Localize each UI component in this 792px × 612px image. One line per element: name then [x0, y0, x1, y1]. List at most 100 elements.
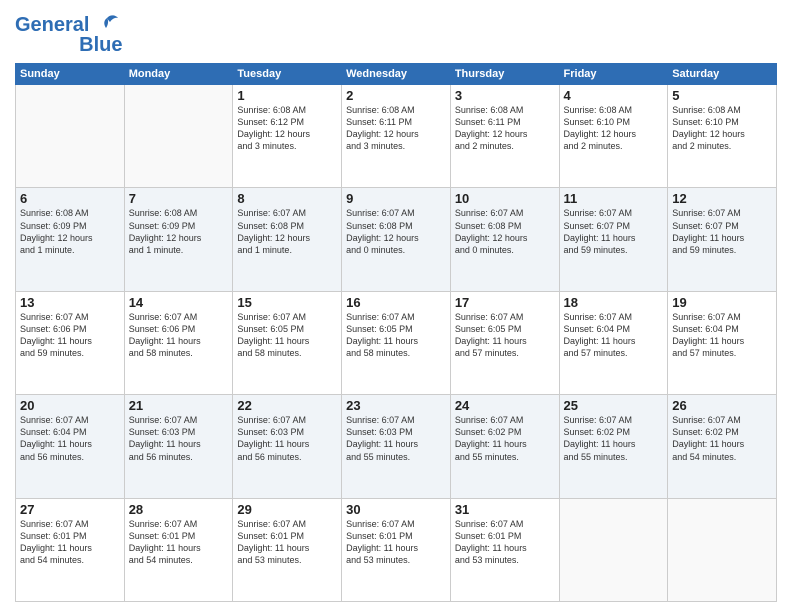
day-cell: 27Sunrise: 6:07 AM Sunset: 6:01 PM Dayli… — [16, 498, 125, 601]
day-number: 22 — [237, 398, 337, 413]
day-cell: 10Sunrise: 6:07 AM Sunset: 6:08 PM Dayli… — [450, 188, 559, 291]
day-cell: 3Sunrise: 6:08 AM Sunset: 6:11 PM Daylig… — [450, 85, 559, 188]
day-info: Sunrise: 6:07 AM Sunset: 6:08 PM Dayligh… — [455, 207, 555, 256]
weekday-header-wednesday: Wednesday — [342, 64, 451, 85]
day-number: 5 — [672, 88, 772, 103]
day-info: Sunrise: 6:07 AM Sunset: 6:04 PM Dayligh… — [564, 311, 664, 360]
day-number: 23 — [346, 398, 446, 413]
day-number: 21 — [129, 398, 229, 413]
day-cell: 11Sunrise: 6:07 AM Sunset: 6:07 PM Dayli… — [559, 188, 668, 291]
day-info: Sunrise: 6:07 AM Sunset: 6:05 PM Dayligh… — [237, 311, 337, 360]
day-number: 6 — [20, 191, 120, 206]
day-number: 24 — [455, 398, 555, 413]
logo-blue: Blue — [79, 34, 122, 57]
logo: General Blue — [15, 10, 122, 57]
day-number: 4 — [564, 88, 664, 103]
day-cell: 16Sunrise: 6:07 AM Sunset: 6:05 PM Dayli… — [342, 291, 451, 394]
day-number: 18 — [564, 295, 664, 310]
day-number: 19 — [672, 295, 772, 310]
day-number: 27 — [20, 502, 120, 517]
week-row-3: 13Sunrise: 6:07 AM Sunset: 6:06 PM Dayli… — [16, 291, 777, 394]
day-cell: 31Sunrise: 6:07 AM Sunset: 6:01 PM Dayli… — [450, 498, 559, 601]
day-info: Sunrise: 6:07 AM Sunset: 6:01 PM Dayligh… — [346, 518, 446, 567]
day-number: 15 — [237, 295, 337, 310]
weekday-header-row: SundayMondayTuesdayWednesdayThursdayFrid… — [16, 64, 777, 85]
day-cell: 30Sunrise: 6:07 AM Sunset: 6:01 PM Dayli… — [342, 498, 451, 601]
day-cell: 17Sunrise: 6:07 AM Sunset: 6:05 PM Dayli… — [450, 291, 559, 394]
day-cell — [124, 85, 233, 188]
day-cell: 2Sunrise: 6:08 AM Sunset: 6:11 PM Daylig… — [342, 85, 451, 188]
day-cell: 13Sunrise: 6:07 AM Sunset: 6:06 PM Dayli… — [16, 291, 125, 394]
day-number: 29 — [237, 502, 337, 517]
day-info: Sunrise: 6:07 AM Sunset: 6:01 PM Dayligh… — [20, 518, 120, 567]
week-row-2: 6Sunrise: 6:08 AM Sunset: 6:09 PM Daylig… — [16, 188, 777, 291]
day-info: Sunrise: 6:07 AM Sunset: 6:05 PM Dayligh… — [455, 311, 555, 360]
weekday-header-tuesday: Tuesday — [233, 64, 342, 85]
day-number: 10 — [455, 191, 555, 206]
day-info: Sunrise: 6:07 AM Sunset: 6:07 PM Dayligh… — [564, 207, 664, 256]
day-cell: 8Sunrise: 6:07 AM Sunset: 6:08 PM Daylig… — [233, 188, 342, 291]
day-number: 7 — [129, 191, 229, 206]
day-number: 25 — [564, 398, 664, 413]
day-info: Sunrise: 6:07 AM Sunset: 6:06 PM Dayligh… — [20, 311, 120, 360]
day-cell — [16, 85, 125, 188]
day-info: Sunrise: 6:07 AM Sunset: 6:05 PM Dayligh… — [346, 311, 446, 360]
day-number: 9 — [346, 191, 446, 206]
weekday-header-monday: Monday — [124, 64, 233, 85]
day-info: Sunrise: 6:07 AM Sunset: 6:08 PM Dayligh… — [346, 207, 446, 256]
week-row-4: 20Sunrise: 6:07 AM Sunset: 6:04 PM Dayli… — [16, 395, 777, 498]
day-info: Sunrise: 6:08 AM Sunset: 6:12 PM Dayligh… — [237, 104, 337, 153]
day-number: 31 — [455, 502, 555, 517]
day-cell: 26Sunrise: 6:07 AM Sunset: 6:02 PM Dayli… — [668, 395, 777, 498]
day-number: 17 — [455, 295, 555, 310]
day-number: 28 — [129, 502, 229, 517]
day-info: Sunrise: 6:07 AM Sunset: 6:02 PM Dayligh… — [455, 414, 555, 463]
day-cell: 21Sunrise: 6:07 AM Sunset: 6:03 PM Dayli… — [124, 395, 233, 498]
day-info: Sunrise: 6:08 AM Sunset: 6:10 PM Dayligh… — [564, 104, 664, 153]
day-cell: 9Sunrise: 6:07 AM Sunset: 6:08 PM Daylig… — [342, 188, 451, 291]
day-cell: 20Sunrise: 6:07 AM Sunset: 6:04 PM Dayli… — [16, 395, 125, 498]
weekday-header-saturday: Saturday — [668, 64, 777, 85]
week-row-5: 27Sunrise: 6:07 AM Sunset: 6:01 PM Dayli… — [16, 498, 777, 601]
day-cell: 14Sunrise: 6:07 AM Sunset: 6:06 PM Dayli… — [124, 291, 233, 394]
day-info: Sunrise: 6:07 AM Sunset: 6:03 PM Dayligh… — [129, 414, 229, 463]
day-cell: 23Sunrise: 6:07 AM Sunset: 6:03 PM Dayli… — [342, 395, 451, 498]
day-info: Sunrise: 6:07 AM Sunset: 6:08 PM Dayligh… — [237, 207, 337, 256]
week-row-1: 1Sunrise: 6:08 AM Sunset: 6:12 PM Daylig… — [16, 85, 777, 188]
day-info: Sunrise: 6:08 AM Sunset: 6:11 PM Dayligh… — [455, 104, 555, 153]
day-cell: 15Sunrise: 6:07 AM Sunset: 6:05 PM Dayli… — [233, 291, 342, 394]
day-info: Sunrise: 6:07 AM Sunset: 6:03 PM Dayligh… — [346, 414, 446, 463]
day-cell: 28Sunrise: 6:07 AM Sunset: 6:01 PM Dayli… — [124, 498, 233, 601]
header: General Blue — [15, 10, 777, 57]
day-number: 8 — [237, 191, 337, 206]
weekday-header-thursday: Thursday — [450, 64, 559, 85]
day-number: 26 — [672, 398, 772, 413]
day-info: Sunrise: 6:07 AM Sunset: 6:01 PM Dayligh… — [237, 518, 337, 567]
day-info: Sunrise: 6:07 AM Sunset: 6:04 PM Dayligh… — [672, 311, 772, 360]
weekday-header-friday: Friday — [559, 64, 668, 85]
day-cell: 12Sunrise: 6:07 AM Sunset: 6:07 PM Dayli… — [668, 188, 777, 291]
day-info: Sunrise: 6:07 AM Sunset: 6:04 PM Dayligh… — [20, 414, 120, 463]
day-cell — [559, 498, 668, 601]
day-number: 3 — [455, 88, 555, 103]
day-cell: 22Sunrise: 6:07 AM Sunset: 6:03 PM Dayli… — [233, 395, 342, 498]
day-number: 12 — [672, 191, 772, 206]
day-cell: 5Sunrise: 6:08 AM Sunset: 6:10 PM Daylig… — [668, 85, 777, 188]
day-info: Sunrise: 6:07 AM Sunset: 6:03 PM Dayligh… — [237, 414, 337, 463]
page: General Blue SundayMondayTuesdayWednesda… — [0, 0, 792, 612]
day-cell: 1Sunrise: 6:08 AM Sunset: 6:12 PM Daylig… — [233, 85, 342, 188]
day-info: Sunrise: 6:08 AM Sunset: 6:10 PM Dayligh… — [672, 104, 772, 153]
day-info: Sunrise: 6:07 AM Sunset: 6:06 PM Dayligh… — [129, 311, 229, 360]
day-info: Sunrise: 6:07 AM Sunset: 6:02 PM Dayligh… — [564, 414, 664, 463]
day-number: 20 — [20, 398, 120, 413]
day-cell: 4Sunrise: 6:08 AM Sunset: 6:10 PM Daylig… — [559, 85, 668, 188]
day-cell: 18Sunrise: 6:07 AM Sunset: 6:04 PM Dayli… — [559, 291, 668, 394]
day-cell: 6Sunrise: 6:08 AM Sunset: 6:09 PM Daylig… — [16, 188, 125, 291]
day-info: Sunrise: 6:07 AM Sunset: 6:01 PM Dayligh… — [129, 518, 229, 567]
day-number: 16 — [346, 295, 446, 310]
weekday-header-sunday: Sunday — [16, 64, 125, 85]
calendar-table: SundayMondayTuesdayWednesdayThursdayFrid… — [15, 63, 777, 602]
day-number: 1 — [237, 88, 337, 103]
day-number: 2 — [346, 88, 446, 103]
day-info: Sunrise: 6:07 AM Sunset: 6:07 PM Dayligh… — [672, 207, 772, 256]
